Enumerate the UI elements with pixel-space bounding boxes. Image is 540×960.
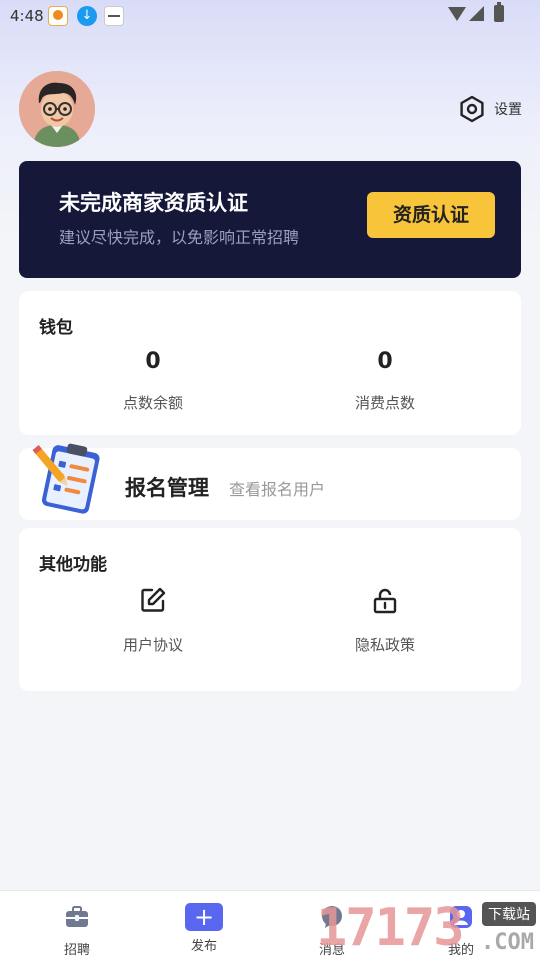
plus-icon: + xyxy=(185,903,223,931)
wallet-title: 钱包 xyxy=(39,318,73,338)
user-agreement-label: 用户协议 xyxy=(122,636,183,654)
clipboard-icon xyxy=(32,443,100,514)
signup-management-title: 报名管理 xyxy=(125,476,209,500)
settings-label: 设置 xyxy=(494,102,522,118)
user-agreement-button[interactable]: 用户协议 xyxy=(83,586,223,655)
stat-value: 0 xyxy=(145,349,161,374)
watermark-badge: 下载站 xyxy=(482,902,536,926)
download-icon: ↓ xyxy=(77,6,97,26)
certify-button[interactable]: 资质认证 xyxy=(367,192,495,238)
points-balance-stat[interactable]: 0 点数余额 xyxy=(83,349,223,413)
avatar[interactable] xyxy=(19,71,95,147)
briefcase-icon xyxy=(66,906,88,927)
tab-label: 招聘 xyxy=(63,943,90,958)
stat-label: 消费点数 xyxy=(354,394,415,412)
signal-icon xyxy=(469,6,484,21)
settings-icon xyxy=(460,95,484,123)
wifi-icon xyxy=(448,7,466,21)
certification-title: 未完成商家资质认证 xyxy=(59,191,248,215)
certification-banner: 未完成商家资质认证 建议尽快完成，以免影响正常招聘 资质认证 xyxy=(19,161,521,278)
certification-subtitle: 建议尽快完成，以免影响正常招聘 xyxy=(59,228,300,247)
status-time: 4:48 xyxy=(10,7,44,25)
other-functions-title: 其他功能 xyxy=(39,555,107,575)
points-spent-stat[interactable]: 0 消费点数 xyxy=(315,349,455,413)
app-notification-icon xyxy=(104,6,124,26)
privacy-policy-button[interactable]: 隐私政策 xyxy=(315,586,455,655)
tab-publish[interactable]: + 发布 xyxy=(164,903,244,954)
wallet-card: 钱包 0 点数余额 0 消费点数 xyxy=(19,291,521,435)
stat-label: 点数余额 xyxy=(122,394,183,412)
watermark-suffix: .COM xyxy=(481,930,534,955)
signup-management-card[interactable]: 报名管理 查看报名用户 xyxy=(19,443,521,520)
watermark-logo: 17173 下载站 .COM xyxy=(316,896,540,960)
other-functions-card: 其他功能 用户协议 隐私政策 xyxy=(19,528,521,691)
watermark-digits: 17173 xyxy=(316,898,465,958)
avatar-illustration xyxy=(19,71,95,147)
settings-button[interactable]: 设置 xyxy=(458,95,522,123)
app-notification-icon xyxy=(48,6,68,26)
status-bar: 4:48 ↓ xyxy=(0,0,540,32)
tab-label: 发布 xyxy=(190,939,217,954)
signup-management-subtitle: 查看报名用户 xyxy=(229,480,326,499)
tab-recruit[interactable]: 招聘 xyxy=(37,903,117,958)
privacy-policy-label: 隐私政策 xyxy=(354,636,415,654)
battery-icon xyxy=(494,2,504,22)
edit-icon xyxy=(141,587,166,612)
unlock-icon xyxy=(373,588,397,614)
stat-value: 0 xyxy=(377,349,393,374)
